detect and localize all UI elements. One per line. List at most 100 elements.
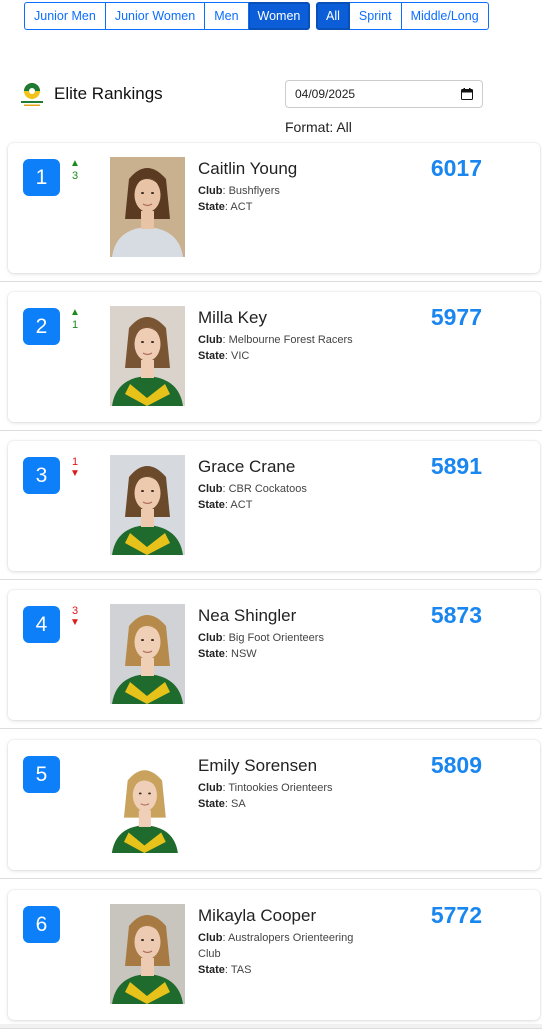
movement-value: 1 [71,456,79,468]
state-label: State [198,350,225,362]
club-label: Club [198,932,223,944]
format-all-button[interactable]: All [316,2,350,30]
format-middle-long-button[interactable]: Middle/Long [401,2,489,30]
filter-junior-women-button[interactable]: Junior Women [105,2,206,30]
ranking-card[interactable]: 4 3 ▼ Nea Shingler Club: Big Foot Orient… [8,590,540,720]
athlete-club: Club: Bushflyers [198,185,280,197]
athlete-club: Club: Melbourne Forest Racers [198,334,353,346]
athlete-club: Club: Tintookies Orienteers [198,782,333,794]
athlete-state: State: NSW [198,648,257,660]
ranking-card[interactable]: 6 Mikayla Cooper Club: Australopers Orie… [8,890,540,1020]
triangle-down-icon: ▼ [70,468,80,479]
orienteering-australia-logo [21,83,43,106]
date-value: 04/09/2025 [295,87,356,101]
card-divider [0,579,542,580]
athlete-name[interactable]: Mikayla Cooper [198,906,316,926]
ranking-card[interactable]: 3 1 ▼ Grace Crane Club: CBR Cockatoos St… [8,441,540,571]
athlete-state: State: TAS [198,964,252,976]
format-label: Format: All [285,119,352,135]
rank-movement: 1 ▼ [68,456,82,480]
format-filter-group: All Sprint Middle/Long [316,2,489,30]
rank-badge: 3 [23,457,60,494]
card-divider [0,878,542,879]
club-label: Club [198,782,223,794]
movement-value: 1 [71,319,79,331]
card-divider [0,728,542,729]
filter-women-button[interactable]: Women [248,2,311,30]
ranking-points: 5891 [430,453,482,479]
club-value: Melbourne Forest Racers [228,334,353,346]
state-label: State [198,201,225,213]
athlete-photo [110,604,185,704]
athlete-club: Club: CBR Cockatoos [198,483,307,495]
state-value: TAS [230,964,252,976]
ranking-card[interactable]: 5 Emily Sorensen Club: Tintookies Orient… [8,740,540,870]
rank-badge: 5 [23,756,60,793]
athlete-name[interactable]: Grace Crane [198,457,295,477]
club-label: Club [198,334,223,346]
state-value: SA [231,798,246,810]
rank-badge: 1 [23,159,60,196]
athlete-name[interactable]: Milla Key [198,308,267,328]
movement-value: 3 [71,170,79,182]
rank-movement: ▲ 3 [68,158,82,182]
athlete-state: State: ACT [198,201,253,213]
ranking-card[interactable]: 2 ▲ 1 Milla Key Club: Melbourne Forest R… [8,292,540,422]
page-title: Elite Rankings [54,84,163,103]
athlete-photo [110,157,185,257]
athlete-photo [110,455,185,555]
ranking-points: 5772 [430,902,482,928]
ranking-points: 5977 [430,304,482,330]
state-value: NSW [231,648,257,660]
date-input[interactable]: 04/09/2025 [285,80,483,108]
rank-badge: 2 [23,308,60,345]
ranking-points: 5809 [430,752,482,778]
athlete-state: State: SA [198,798,246,810]
state-value: VIC [231,350,250,362]
brand: Elite Rankings [18,80,163,108]
athlete-name[interactable]: Emily Sorensen [198,756,317,776]
movement-value: 3 [71,605,79,617]
ranking-points: 5873 [430,602,482,628]
athlete-photo [110,904,185,1004]
state-value: ACT [230,201,253,213]
athlete-photo [110,306,185,406]
club-value: Australopers Orienteering Club [198,932,354,960]
club-value: CBR Cockatoos [228,483,307,495]
athlete-photo [110,754,185,854]
athlete-state: State: ACT [198,499,253,511]
athlete-name[interactable]: Caitlin Young [198,159,297,179]
club-label: Club [198,632,223,644]
card-divider [0,430,542,431]
rank-badge: 6 [23,906,60,943]
club-value: Bushflyers [228,185,280,197]
ranking-card[interactable]: 1 ▲ 3 Caitlin Young Club: Bushflyers Sta… [8,143,540,273]
club-label: Club [198,483,223,495]
athlete-state: State: VIC [198,350,250,362]
rank-movement: 3 ▼ [68,605,82,629]
triangle-up-icon: ▲ [70,158,80,169]
state-label: State [198,798,225,810]
state-value: ACT [230,499,253,511]
filter-junior-men-button[interactable]: Junior Men [24,2,106,30]
triangle-down-icon: ▼ [70,617,80,628]
card-divider [0,281,542,282]
state-label: State [198,499,225,511]
triangle-up-icon: ▲ [70,307,80,318]
club-value: Tintookies Orienteers [228,782,333,794]
state-label: State [198,964,225,976]
page: Junior Men Junior Women Men Women All Sp… [0,0,542,1029]
rank-movement: ▲ 1 [68,307,82,331]
club-value: Big Foot Orienteers [228,632,324,644]
filter-men-button[interactable]: Men [205,2,249,30]
rank-badge: 4 [23,606,60,643]
format-sprint-button[interactable]: Sprint [349,2,402,30]
calendar-icon[interactable] [461,88,473,100]
athlete-club: Club: Australopers Orienteering Club [198,932,354,960]
state-label: State [198,648,225,660]
club-label: Club [198,185,223,197]
athlete-name[interactable]: Nea Shingler [198,606,296,626]
category-filter-group: Junior Men Junior Women Men Women [24,2,311,30]
ranking-points: 6017 [430,155,482,181]
athlete-club: Club: Big Foot Orienteers [198,632,324,644]
